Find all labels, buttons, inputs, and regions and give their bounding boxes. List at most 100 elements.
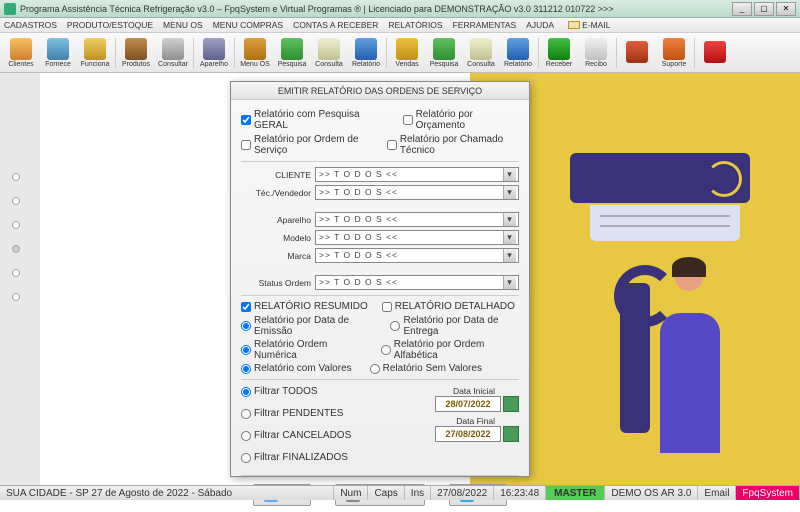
flt-cancelados[interactable]: Filtrar CANCELADOS xyxy=(241,430,409,441)
toolbar-funciona[interactable]: Funciona xyxy=(77,35,113,71)
workspace: EMITIR RELATÓRIO DAS ORDENS DE SERVIÇO R… xyxy=(0,73,800,485)
menu-ajuda[interactable]: AJUDA xyxy=(526,20,554,30)
status-caps: Caps xyxy=(368,486,404,500)
combo-status[interactable]: >> T O D O S << xyxy=(315,275,519,290)
chk-detalhado[interactable]: RELATÓRIO DETALHADO xyxy=(382,301,515,312)
toolbar-pesquisa[interactable]: Pesquisa xyxy=(426,35,462,71)
slide-dot[interactable] xyxy=(12,197,20,205)
slide-dot[interactable] xyxy=(12,269,20,277)
ic-search-icon xyxy=(433,38,455,60)
minimize-button[interactable]: _ xyxy=(732,2,752,16)
email-icon xyxy=(568,21,580,29)
data-inicial-input[interactable]: 28/07/2022 xyxy=(435,396,501,412)
rad-data-entrega[interactable]: Relatório por Data de Entrega xyxy=(390,315,519,337)
toolbar-recibo[interactable]: Recibo xyxy=(578,35,614,71)
ic-mag-icon xyxy=(162,38,184,60)
flt-pendentes[interactable]: Filtrar PENDENTES xyxy=(241,408,409,419)
chk-ordem-servico[interactable]: Relatório por Ordem de Serviço xyxy=(241,134,373,156)
slide-dot[interactable] xyxy=(12,221,20,229)
combo-modelo[interactable]: >> T O D O S << xyxy=(315,230,519,245)
combo-marca[interactable]: >> T O D O S << xyxy=(315,248,519,263)
toolbar-clientes[interactable]: Clientes xyxy=(3,35,39,71)
flt-todos[interactable]: Filtrar TODOS xyxy=(241,386,409,397)
chk-chamado-tecnico[interactable]: Relatório por Chamado Técnico xyxy=(387,134,519,156)
menu-contas a receber[interactable]: CONTAS A RECEBER xyxy=(293,20,378,30)
status-email[interactable]: Email xyxy=(698,486,736,500)
status-date: 27/08/2022 xyxy=(431,486,494,500)
rad-data-emissao[interactable]: Relatório por Data de Emissão xyxy=(241,315,372,337)
slide-dot[interactable] xyxy=(12,245,20,253)
ic-cart-icon xyxy=(396,38,418,60)
toolbar-fornece[interactable]: Fornece xyxy=(40,35,76,71)
ic-tool-icon xyxy=(626,41,648,63)
combo-aparelho[interactable]: >> T O D O S << xyxy=(315,212,519,227)
toolbar-relatório[interactable]: Relatório xyxy=(500,35,536,71)
toolbar-btn18[interactable] xyxy=(697,35,733,71)
menu-menu compras[interactable]: MENU COMPRAS xyxy=(213,20,283,30)
main-toolbar: ClientesForneceFuncionaProdutosConsultar… xyxy=(0,33,800,73)
data-final-input[interactable]: 27/08/2022 xyxy=(435,426,501,442)
window-title: Programa Assistência Técnica Refrigeraçã… xyxy=(20,4,730,14)
calendar-icon[interactable] xyxy=(503,396,519,412)
ic-dev-icon xyxy=(203,38,225,60)
slide-dot[interactable] xyxy=(12,173,20,181)
app-icon xyxy=(4,3,16,15)
status-master: MASTER xyxy=(546,486,605,500)
ic-box-icon xyxy=(125,38,147,60)
status-location: SUA CIDADE - SP 27 de Agosto de 2022 - S… xyxy=(0,486,334,500)
toolbar-btn16[interactable] xyxy=(619,35,655,71)
wrench-icon xyxy=(620,283,650,433)
menu-email[interactable]: E-MAIL xyxy=(568,20,610,30)
toolbar-menu os[interactable]: Menu OS xyxy=(237,35,273,71)
ic-menu-icon xyxy=(244,38,266,60)
ic-search-icon xyxy=(281,38,303,60)
toolbar-produtos[interactable]: Produtos xyxy=(118,35,154,71)
ac-vents-icon xyxy=(590,205,740,241)
menu-cadastros[interactable]: CADASTROS xyxy=(4,20,57,30)
status-num: Num xyxy=(334,486,368,500)
combo-cliente[interactable]: >> T O D O S << xyxy=(315,167,519,182)
toolbar-pesquisa[interactable]: Pesquisa xyxy=(274,35,310,71)
ic-money-icon xyxy=(548,38,570,60)
technician-illustration xyxy=(620,253,760,453)
toolbar-vendas[interactable]: Vendas xyxy=(389,35,425,71)
toolbar-relatório[interactable]: Relatório xyxy=(348,35,384,71)
ic-chart-icon xyxy=(507,38,529,60)
chk-orcamento[interactable]: Relatório por Orçamento xyxy=(403,109,519,131)
menu-relatórios[interactable]: RELATÓRIOS xyxy=(388,20,442,30)
flt-finalizados[interactable]: Filtrar FINALIZADOS xyxy=(241,452,409,463)
status-time: 16:23:48 xyxy=(494,486,546,500)
status-ins: Ins xyxy=(405,486,431,500)
status-fpq[interactable]: FpqSystem xyxy=(736,486,800,500)
toolbar-consultar[interactable]: Consultar xyxy=(155,35,191,71)
close-button[interactable]: ✕ xyxy=(776,2,796,16)
ic-group-icon xyxy=(47,38,69,60)
rad-com-valores[interactable]: Relatório com Valores xyxy=(241,363,352,374)
maximize-button[interactable]: ▢ xyxy=(754,2,774,16)
ic-receipt-icon xyxy=(585,38,607,60)
rad-ordem-alfabetica[interactable]: Relatório por Ordem Alfabética xyxy=(381,339,519,361)
status-bar: SUA CIDADE - SP 27 de Agosto de 2022 - S… xyxy=(0,485,800,500)
menu-produto/estoque[interactable]: PRODUTO/ESTOQUE xyxy=(67,20,153,30)
ic-truck-icon xyxy=(84,38,106,60)
rad-ordem-numerica[interactable]: Relatório Ordem Numérica xyxy=(241,339,363,361)
toolbar-suporte[interactable]: Suporte xyxy=(656,35,692,71)
toolbar-aparelho[interactable]: Aparelho xyxy=(196,35,232,71)
window-titlebar: Programa Assistência Técnica Refrigeraçã… xyxy=(0,0,800,18)
toolbar-consulta[interactable]: Consulta xyxy=(463,35,499,71)
toolbar-receber[interactable]: Receber xyxy=(541,35,577,71)
calendar-icon[interactable] xyxy=(503,426,519,442)
chk-pesquisa-geral[interactable]: Relatório com Pesquisa GERAL xyxy=(241,109,389,131)
slide-dot[interactable] xyxy=(12,293,20,301)
slide-indicators xyxy=(12,173,20,301)
chk-resumido[interactable]: RELATÓRIO RESUMIDO xyxy=(241,301,368,312)
menu-ferramentas[interactable]: FERRAMENTAS xyxy=(453,20,517,30)
rad-sem-valores[interactable]: Relatório Sem Valores xyxy=(370,363,482,374)
status-demo: DEMO OS AR 3.0 xyxy=(605,486,698,500)
menu-menu os[interactable]: MENU OS xyxy=(163,20,203,30)
report-dialog: EMITIR RELATÓRIO DAS ORDENS DE SERVIÇO R… xyxy=(230,81,530,477)
combo-tecnico[interactable]: >> T O D O S << xyxy=(315,185,519,200)
toolbar-consulta[interactable]: Consulta xyxy=(311,35,347,71)
ic-exit-icon xyxy=(704,41,726,63)
ic-people-icon xyxy=(10,38,32,60)
